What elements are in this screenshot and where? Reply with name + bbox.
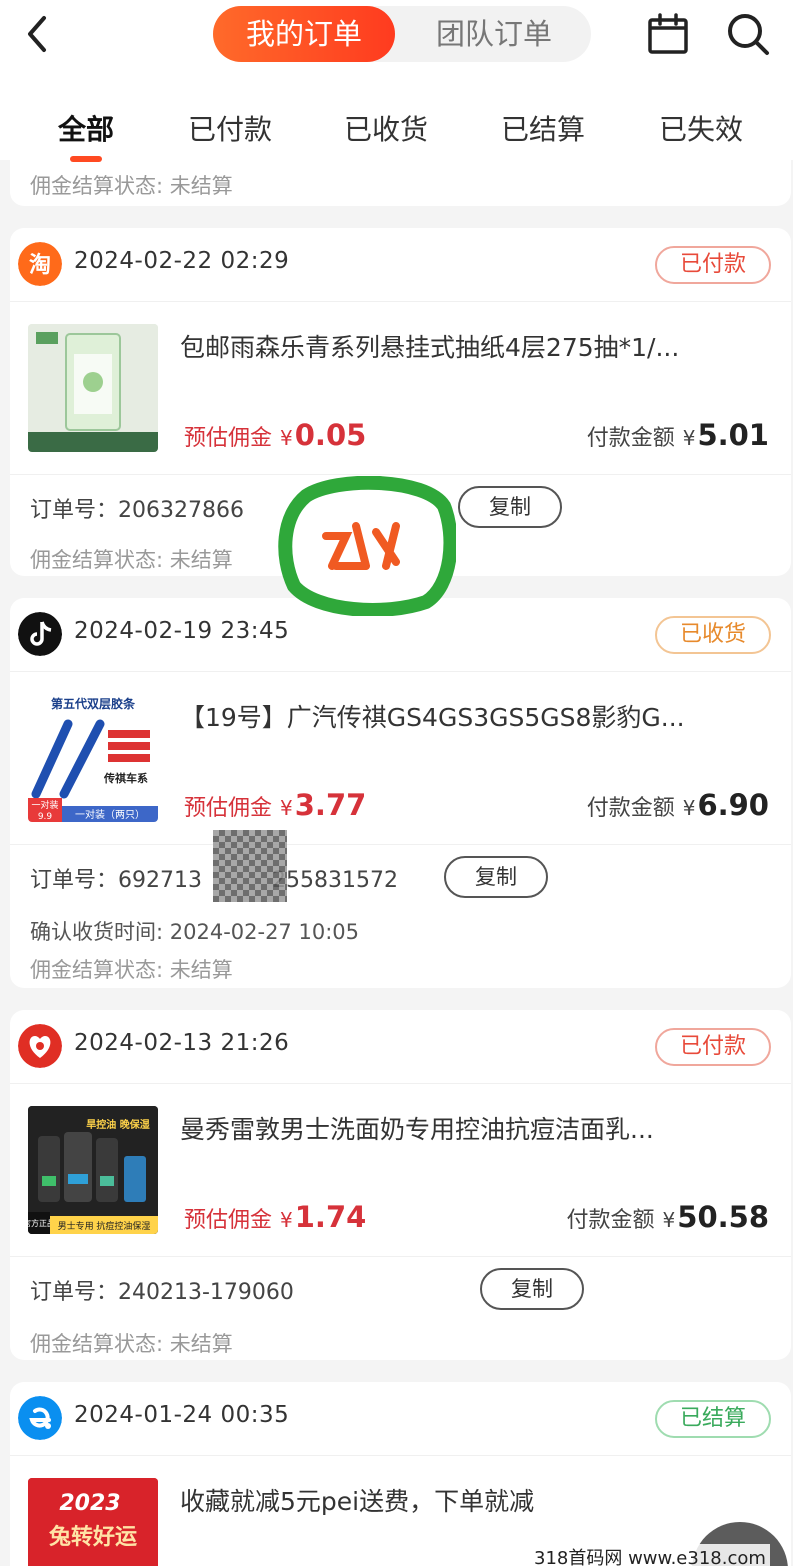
order-number: 订单号：206327866 xyxy=(30,498,244,523)
tab-received[interactable]: 已收货 xyxy=(326,108,446,148)
order-datetime: 2024-01-24 00:35 xyxy=(74,1402,290,1428)
thumb-caption: 2023 xyxy=(59,1491,120,1516)
order-datetime: 2024-02-22 02:29 xyxy=(74,248,290,274)
status-badge: 已付款 xyxy=(655,246,771,284)
payment-amount: 付款金额 ¥6.90 xyxy=(586,788,769,822)
eleme-icon xyxy=(18,1396,62,1440)
thumb-caption: 9.9 xyxy=(38,812,53,822)
order-card-header: 2024-02-13 21:26 已付款 xyxy=(10,1010,791,1084)
tab-team-orders[interactable]: 团队订单 xyxy=(409,6,579,62)
payment-amount: 付款金额 ¥5.01 xyxy=(586,418,769,452)
product-title[interactable]: 曼秀雷敦男士洗面奶专用控油抗痘洁面乳... xyxy=(180,1110,770,1146)
copy-button[interactable]: 复制 xyxy=(480,1268,584,1310)
estimated-commission: 预估佣金 ¥0.05 xyxy=(184,418,367,452)
tab-invalid[interactable]: 已失效 xyxy=(641,108,761,148)
product-title[interactable]: 收藏就减5元pei送费，下单就减 xyxy=(180,1482,770,1518)
watermark: 318首码网 www.e318.com xyxy=(530,1544,770,1566)
estimated-commission: 预估佣金 ¥1.74 xyxy=(184,1200,367,1234)
back-arrow-icon[interactable] xyxy=(18,12,62,56)
product-title[interactable]: 【19号】广汽传祺GS4GS3GS5GS8影豹G... xyxy=(180,698,770,734)
douyin-icon xyxy=(18,612,62,656)
status-badge: 已付款 xyxy=(655,1028,771,1066)
receipt-confirm-time: 确认收货时间: 2024-02-27 10:05 xyxy=(30,920,359,944)
thumb-caption: 兔转好运 xyxy=(49,1524,137,1550)
order-card[interactable]: 2024-01-24 00:35 已结算 2023 兔转好运 收藏就减5元pei… xyxy=(10,1382,791,1566)
settle-status: 佣金结算状态: 未结算 xyxy=(30,1332,233,1356)
product-image[interactable] xyxy=(28,324,158,452)
divider xyxy=(10,474,791,475)
order-card-header: 2024-01-24 00:35 已结算 xyxy=(10,1382,791,1456)
tab-all[interactable]: 全部 xyxy=(26,108,146,148)
order-card[interactable]: 2024-02-13 21:26 已付款 旱控油 晚保湿 官方正品 男士专用 抗… xyxy=(10,1010,791,1360)
divider xyxy=(10,1256,791,1257)
thumb-caption: 传祺车系 xyxy=(103,771,148,785)
divider xyxy=(10,844,791,845)
status-badge: 已结算 xyxy=(655,1400,771,1438)
svg-text:淘: 淘 xyxy=(29,252,51,278)
estimated-commission: 预估佣金 ¥3.77 xyxy=(184,788,367,822)
order-card-header: 淘 2024-02-22 02:29 已付款 xyxy=(10,228,791,302)
copy-button[interactable]: 复制 xyxy=(444,856,548,898)
thumb-caption: 男士专用 抗痘控油保湿 xyxy=(58,1220,151,1232)
status-tabs: 全部 已付款 已收货 已结算 已失效 xyxy=(0,100,793,162)
copy-button[interactable]: 复制 xyxy=(458,486,562,528)
thumb-caption: 一对装 xyxy=(31,799,58,811)
status-badge: 已收货 xyxy=(655,616,771,654)
pinduoduo-icon xyxy=(18,1024,62,1068)
tab-paid[interactable]: 已付款 xyxy=(170,108,290,148)
order-card[interactable]: 2024-02-19 23:45 已收货 第五代双层胶条 传祺车系 一对装 9.… xyxy=(10,598,791,988)
product-title[interactable]: 包邮雨森乐青系列悬挂式抽纸4层275抽*1/... xyxy=(180,328,770,364)
thumb-caption: 第五代双层胶条 xyxy=(51,696,136,711)
order-card-partial: 佣金结算状态: 未结算 xyxy=(10,160,791,206)
order-number: 订单号：240213-179060 xyxy=(30,1280,294,1305)
handwritten-stamp-decoration xyxy=(278,476,456,616)
settle-status: 佣金结算状态: 未结算 xyxy=(30,958,233,982)
order-datetime: 2024-02-19 23:45 xyxy=(74,618,290,644)
order-scope-switch: 我的订单 团队订单 xyxy=(213,6,591,62)
product-image[interactable]: 2023 兔转好运 xyxy=(28,1478,158,1566)
product-image[interactable]: 旱控油 晚保湿 官方正品 男士专用 抗痘控油保湿 xyxy=(28,1106,158,1234)
payment-amount: 付款金额 ¥50.58 xyxy=(566,1200,769,1234)
thumb-caption: 一对装（两只） xyxy=(75,808,145,821)
app-header: 我的订单 团队订单 全部 已付款 已收货 已结算 已失效 xyxy=(0,0,793,162)
thumb-caption: 旱控油 晚保湿 xyxy=(86,1118,149,1131)
search-icon[interactable] xyxy=(724,10,772,58)
settle-status: 佣金结算状态: 未结算 xyxy=(30,174,233,198)
mosaic-redaction xyxy=(213,830,287,902)
taobao-icon: 淘 xyxy=(18,242,62,286)
order-datetime: 2024-02-13 21:26 xyxy=(74,1030,290,1056)
settle-status: 佣金结算状态: 未结算 xyxy=(30,548,233,572)
product-image[interactable]: 第五代双层胶条 传祺车系 一对装 9.9 一对装（两只） xyxy=(28,694,158,822)
active-tab-indicator xyxy=(70,156,102,162)
tab-my-orders[interactable]: 我的订单 xyxy=(213,6,395,62)
tab-settled[interactable]: 已结算 xyxy=(483,108,603,148)
calendar-icon[interactable] xyxy=(646,12,690,56)
